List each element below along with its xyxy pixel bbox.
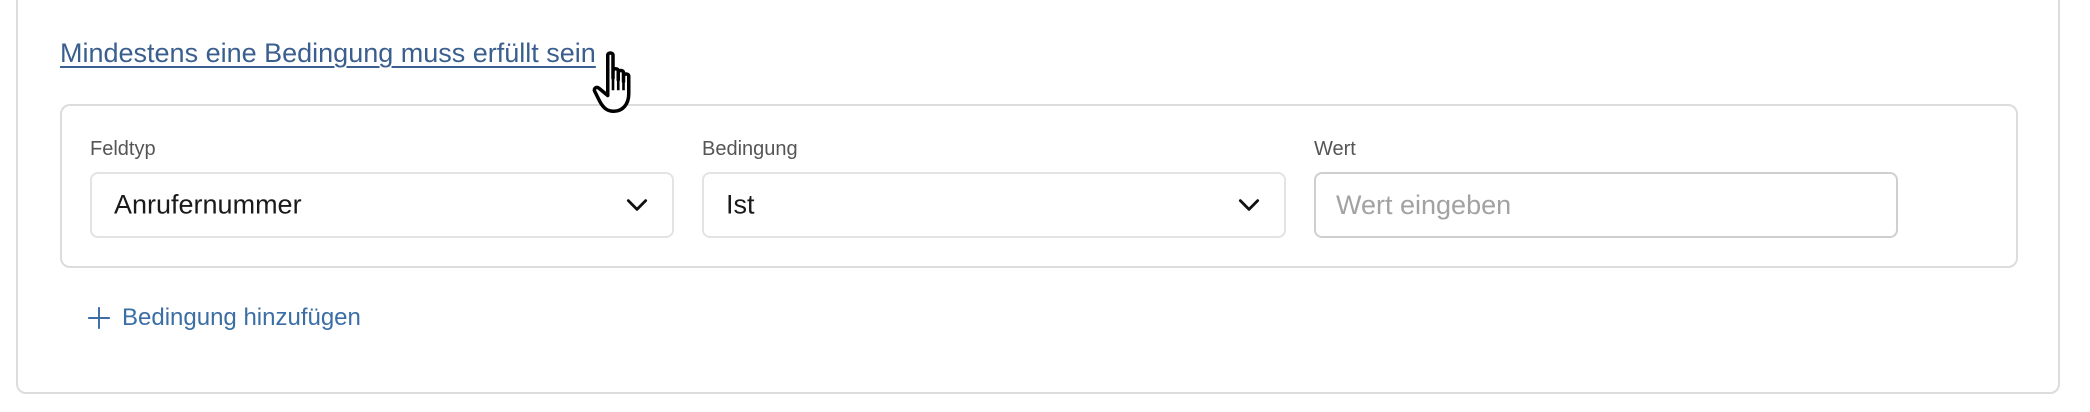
value-label: Wert <box>1314 138 1356 160</box>
chevron-down-icon <box>626 199 648 211</box>
field-type-select[interactable]: Anrufernummer <box>90 172 674 238</box>
field-type-label: Feldtyp <box>90 138 156 160</box>
plus-icon <box>88 307 110 329</box>
chevron-down-icon <box>1238 199 1260 211</box>
value-input[interactable] <box>1314 172 1898 238</box>
match-mode-link[interactable]: Mindestens eine Bedingung muss erfüllt s… <box>60 38 596 69</box>
add-condition-button[interactable]: Bedingung hinzufügen <box>86 304 361 332</box>
field-type-value: Anrufernummer <box>114 189 302 220</box>
add-condition-label: Bedingung hinzufügen <box>122 304 361 331</box>
operator-label: Bedingung <box>702 138 798 160</box>
operator-value: Ist <box>726 189 755 220</box>
operator-select[interactable]: Ist <box>702 172 1286 238</box>
condition-row: Feldtyp Anrufernummer Bedingung Ist Wert <box>60 104 2018 268</box>
